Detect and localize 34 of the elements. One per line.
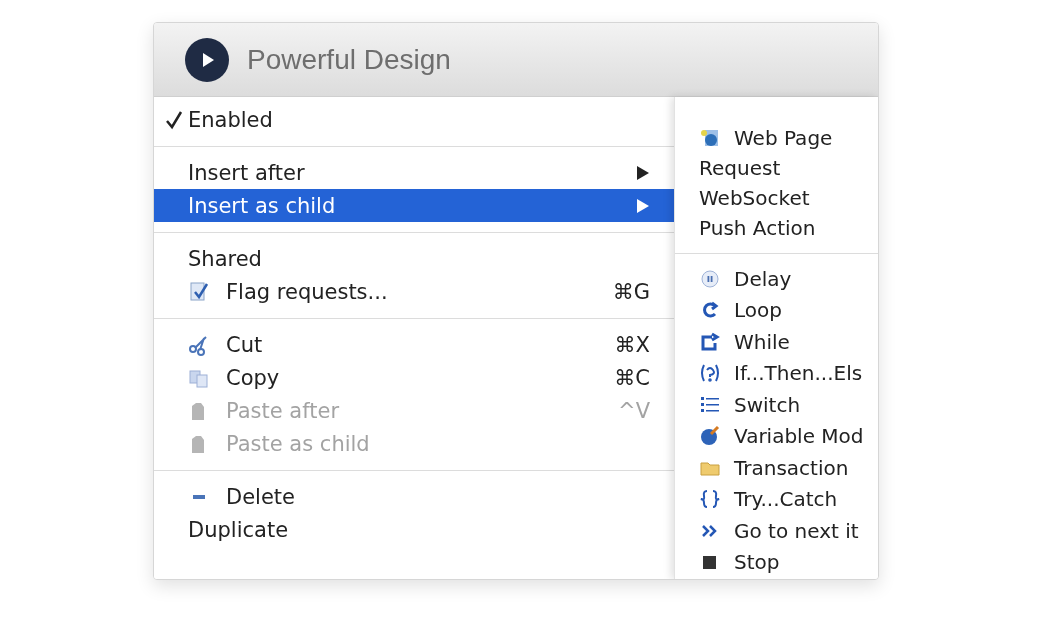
submenu-item[interactable]: Variable Mod	[675, 420, 878, 452]
submenu-item[interactable]: While	[675, 326, 878, 358]
window-title: Powerful Design	[247, 43, 451, 76]
menu-item[interactable]: Insert as child	[154, 189, 674, 222]
submenu-item[interactable]: Try...Catch	[675, 483, 878, 515]
menu-item[interactable]: Copy ⌘C	[154, 361, 674, 394]
question-icon	[699, 362, 721, 385]
submenu-item[interactable]: Stop	[675, 546, 878, 578]
submenu-item[interactable]: Web Page	[675, 123, 878, 153]
submenu-item[interactable]: Loop	[675, 294, 878, 326]
minus-icon	[193, 494, 205, 499]
menu-item[interactable]: Duplicate	[154, 513, 674, 546]
pause-icon	[699, 267, 721, 290]
menu-item[interactable]: Flag requests... ⌘G	[154, 275, 674, 308]
while-icon	[699, 330, 721, 353]
submenu-item[interactable]: Go to next it	[675, 515, 878, 547]
submenu-item[interactable]: If...Then...Els	[675, 357, 878, 389]
menu-item[interactable]: Cut ⌘X	[154, 328, 674, 361]
submenu-item[interactable]: Delay	[675, 263, 878, 295]
menu-item[interactable]: Delete	[154, 480, 674, 513]
submenu-item[interactable]: Transaction	[675, 452, 878, 484]
submenu-item[interactable]: Request	[675, 153, 878, 183]
variable-icon	[699, 425, 721, 448]
document-check-icon	[188, 280, 210, 303]
submenu-item[interactable]: Switch	[675, 389, 878, 421]
braces-icon	[699, 488, 721, 511]
globe-page-icon	[699, 127, 721, 149]
menu-item[interactable]: Enabled	[154, 103, 674, 136]
menu-item[interactable]: Insert after	[154, 156, 674, 189]
submenu-item[interactable]: WebSocket	[675, 183, 878, 213]
menu-item[interactable]: Shared	[154, 242, 674, 275]
scissors-icon	[188, 333, 210, 356]
play-icon	[185, 37, 229, 82]
submenu-item[interactable]: Push Action	[675, 213, 878, 243]
